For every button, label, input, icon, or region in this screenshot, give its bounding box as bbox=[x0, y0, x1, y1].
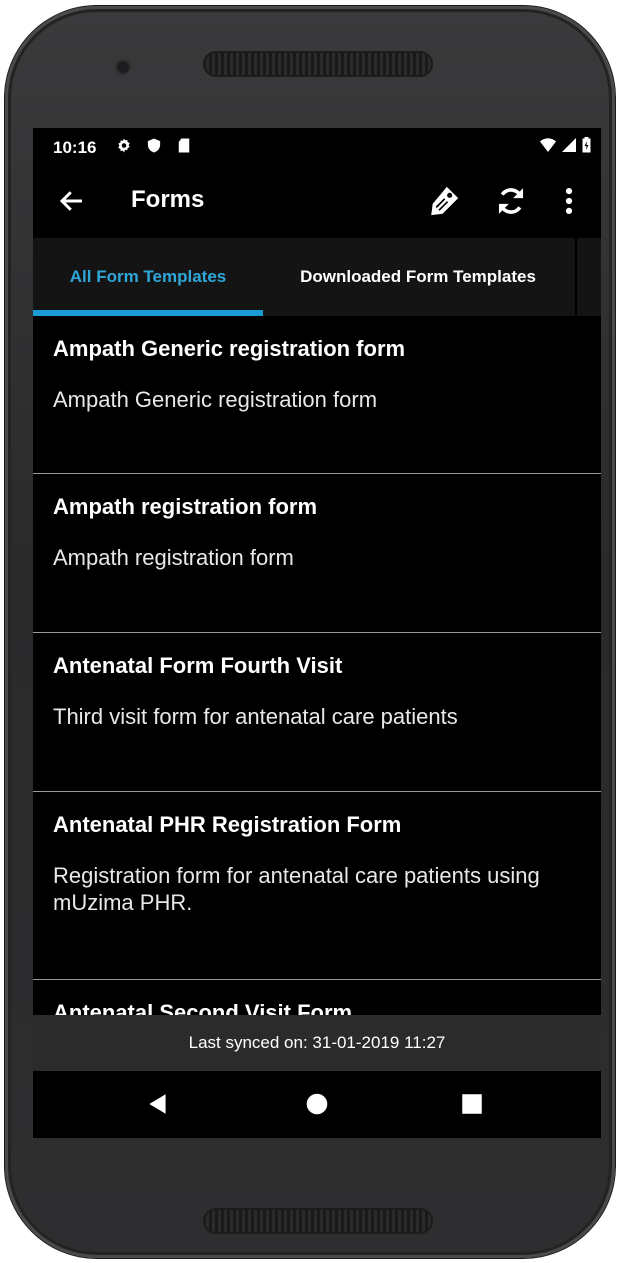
form-name: Antenatal Form Fourth Visit bbox=[53, 653, 343, 678]
list-item[interactable]: Antenatal PHR Registration Form Registra… bbox=[33, 792, 601, 980]
form-description: Ampath registration form bbox=[53, 545, 294, 570]
list-item[interactable]: Ampath Generic registration form Ampath … bbox=[33, 316, 601, 474]
list-item[interactable]: Antenatal Second Visit Form bbox=[33, 980, 601, 1016]
form-name: Ampath registration form bbox=[53, 494, 318, 519]
sd-card-icon bbox=[178, 138, 190, 153]
tab-downloaded-form-templates[interactable]: Downloaded Form Templates bbox=[263, 238, 573, 316]
gear-icon bbox=[118, 138, 130, 153]
tab-divider bbox=[575, 238, 577, 316]
tab-bar: All Form Templates Downloaded Form Templ… bbox=[33, 238, 601, 316]
last-synced-text: Last synced on: 31-01-2019 11:27 bbox=[188, 1033, 446, 1052]
bottom-speaker bbox=[203, 1208, 433, 1234]
sync-icon[interactable] bbox=[494, 184, 528, 218]
tag-icon[interactable] bbox=[427, 184, 461, 218]
form-name: Antenatal PHR Registration Form bbox=[53, 812, 402, 837]
list-item[interactable]: Ampath registration form Ampath registra… bbox=[33, 474, 601, 633]
sync-status-bar: Last synced on: 31-01-2019 11:27 bbox=[33, 1015, 601, 1071]
form-description: Registration form for antenatal care pat… bbox=[53, 863, 540, 915]
form-description: Ampath Generic registration form bbox=[53, 387, 378, 412]
screen: 10:16 Forms All Form Templates Downloade… bbox=[33, 128, 601, 1138]
nav-back-icon[interactable] bbox=[145, 1091, 171, 1117]
form-name: Antenatal Second Visit Form bbox=[53, 1000, 353, 1016]
battery-icon bbox=[582, 137, 591, 153]
shield-icon bbox=[147, 138, 161, 153]
form-description: Third visit form for antenatal care pati… bbox=[53, 704, 458, 729]
signal-icon bbox=[562, 138, 576, 152]
earpiece-speaker bbox=[203, 51, 433, 77]
system-nav-bar bbox=[33, 1071, 601, 1138]
nav-home-icon[interactable] bbox=[304, 1091, 330, 1117]
tab-all-form-templates[interactable]: All Form Templates bbox=[33, 238, 263, 316]
list-item[interactable]: Antenatal Form Fourth Visit Third visit … bbox=[33, 633, 601, 792]
wifi-icon bbox=[540, 138, 556, 152]
forms-list[interactable]: Ampath Generic registration form Ampath … bbox=[33, 316, 601, 1016]
form-name: Ampath Generic registration form bbox=[53, 336, 406, 361]
nav-recents-icon[interactable] bbox=[459, 1091, 485, 1117]
front-camera bbox=[117, 61, 129, 73]
page-title: Forms bbox=[131, 186, 205, 213]
back-arrow-icon[interactable] bbox=[57, 186, 87, 216]
more-vert-icon[interactable] bbox=[552, 184, 586, 218]
app-toolbar: Forms bbox=[33, 164, 601, 238]
status-bar: 10:16 bbox=[33, 128, 601, 164]
status-time: 10:16 bbox=[53, 138, 97, 157]
